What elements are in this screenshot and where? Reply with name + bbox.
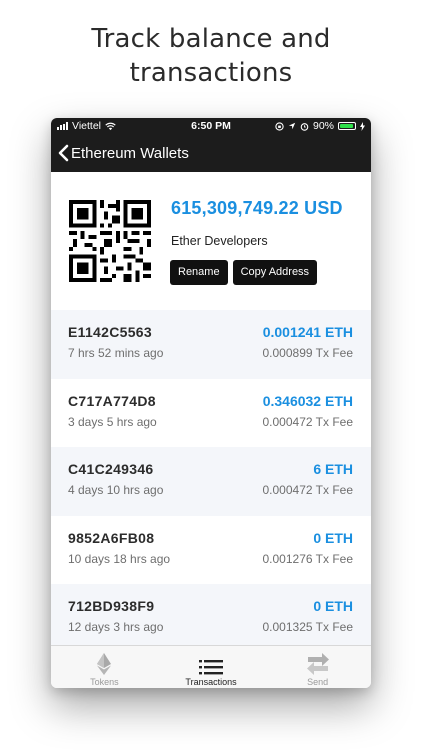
transaction-amount: 6 ETH — [313, 461, 353, 477]
battery-percent: 90% — [312, 120, 334, 132]
tab-label: Tokens — [90, 677, 119, 687]
tab-send[interactable]: Send — [264, 646, 371, 688]
wifi-icon — [105, 122, 116, 130]
transaction-row[interactable]: 712BD938F9 12 days 3 hrs ago 0 ETH 0.001… — [51, 584, 371, 653]
headline: Track balance and transactions — [0, 22, 422, 90]
transaction-time: 10 days 18 hrs ago — [68, 551, 171, 566]
signal-icon — [57, 122, 68, 130]
ethereum-icon — [97, 653, 112, 675]
transaction-row[interactable]: C717A774D8 3 days 5 hrs ago 0.346032 ETH… — [51, 379, 371, 448]
copy-address-button[interactable]: Copy Address — [232, 260, 318, 285]
chevron-left-icon — [58, 144, 69, 162]
transaction-hash: C41C249346 — [68, 461, 154, 477]
headline-line-2: transactions — [129, 58, 293, 88]
transaction-row[interactable]: 9852A6FB08 10 days 18 hrs ago 0 ETH 0.00… — [51, 516, 371, 585]
transaction-amount: 0 ETH — [313, 529, 353, 546]
transaction-hash: 712BD938F9 — [68, 598, 155, 614]
orientation-lock-icon — [275, 121, 284, 131]
transaction-time: 12 days 3 hrs ago — [68, 620, 164, 634]
transaction-time: 4 days 10 hrs ago — [68, 483, 164, 497]
transaction-fee: 0.000472 Tx Fee — [262, 414, 353, 429]
transaction-row[interactable]: C41C249346 4 days 10 hrs ago 6 ETH 0.000… — [51, 447, 371, 516]
transaction-amount: 0 ETH — [313, 598, 353, 614]
alarm-icon — [300, 122, 309, 131]
transaction-amount: 0.346032 ETH — [262, 392, 353, 409]
back-label: Ethereum Wallets — [71, 144, 189, 162]
tab-label: Send — [307, 677, 329, 687]
transaction-time: 3 days 5 hrs ago — [68, 414, 157, 429]
transaction-fee: 0.001276 Tx Fee — [262, 551, 353, 566]
location-icon — [288, 122, 296, 130]
status-bar: Viettel 6:50 PM 90% — [51, 118, 371, 134]
transaction-hash: C717A774D8 — [68, 392, 156, 409]
tab-label: Transactions — [185, 677, 237, 687]
transaction-time: 7 hrs 52 mins ago — [68, 346, 164, 360]
qr-code-icon — [69, 200, 151, 282]
tab-tokens[interactable]: Tokens — [51, 646, 158, 688]
headline-line-1: Track balance and — [91, 24, 331, 54]
tab-transactions[interactable]: Transactions — [158, 646, 265, 688]
list-icon — [199, 660, 223, 675]
transaction-amount: 0.001241 ETH — [262, 324, 353, 340]
back-button[interactable]: Ethereum Wallets — [57, 144, 189, 162]
transaction-row[interactable]: E1142C5563 7 hrs 52 mins ago 0.001241 ET… — [51, 310, 371, 379]
phone-screen: Viettel 6:50 PM 90% Ethereum Wallets 615… — [51, 118, 371, 688]
navigation-bar: Ethereum Wallets — [51, 134, 371, 172]
transaction-fee: 0.000472 Tx Fee — [262, 483, 353, 497]
swap-arrows-icon — [306, 653, 329, 675]
tab-bar: Tokens Transactions Send — [51, 645, 371, 688]
wallet-name: Ether Developers — [171, 234, 268, 248]
rename-button[interactable]: Rename — [170, 260, 228, 285]
transaction-list: E1142C5563 7 hrs 52 mins ago 0.001241 ET… — [51, 310, 371, 653]
wallet-card: 615,309,749.22 USD Ether Developers Rena… — [51, 172, 371, 310]
transaction-hash: 9852A6FB08 — [68, 529, 155, 546]
transaction-hash: E1142C5563 — [68, 324, 152, 340]
wallet-balance: 615,309,749.22 USD — [171, 198, 343, 218]
transaction-fee: 0.000899 Tx Fee — [262, 346, 353, 360]
carrier-name: Viettel — [72, 120, 101, 132]
transaction-fee: 0.001325 Tx Fee — [262, 620, 353, 634]
battery-icon — [338, 122, 356, 130]
charging-icon — [360, 121, 365, 131]
